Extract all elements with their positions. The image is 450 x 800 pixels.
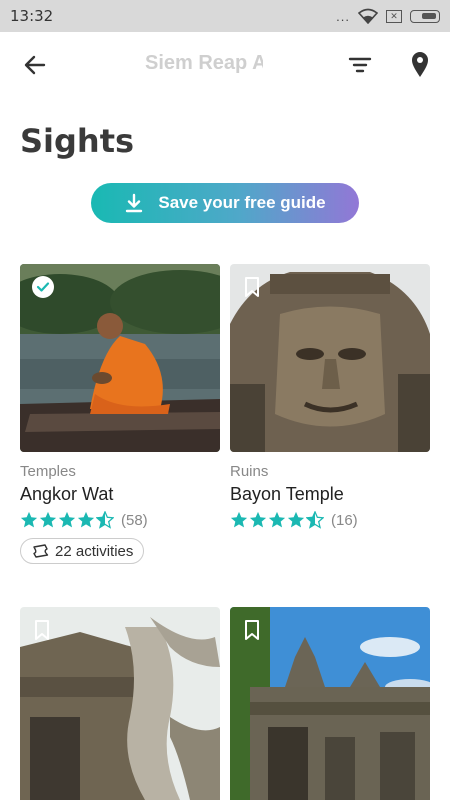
filter-icon[interactable] (348, 54, 372, 76)
half-star-icon (306, 511, 324, 529)
review-count: (58) (121, 511, 148, 529)
map-pin-icon[interactable] (408, 50, 432, 78)
status-bar: 13:32 ... ✕ (0, 0, 450, 32)
page-title: Sights (20, 122, 135, 160)
sight-card-angkor-wat[interactable]: Temples Angkor Wat (58) 22 activities (20, 264, 220, 564)
half-star-icon (96, 511, 114, 529)
star-icon (77, 511, 95, 528)
star-rating: (58) (20, 511, 220, 529)
bookmark-icon[interactable] (242, 619, 262, 641)
sight-category: Ruins (230, 463, 269, 480)
wifi-icon (358, 8, 378, 24)
saved-check-icon[interactable] (32, 276, 54, 298)
save-guide-label: Save your free guide (158, 193, 326, 212)
ticket-icon (33, 544, 49, 558)
sight-name[interactable]: Bayon Temple (230, 484, 430, 505)
star-icon (39, 511, 57, 528)
sight-card-bayon-temple[interactable]: Ruins Bayon Temple (16) (230, 264, 430, 529)
bookmark-icon[interactable] (32, 619, 52, 641)
sight-image[interactable] (20, 607, 220, 800)
app-title: Siem Reap A (145, 52, 263, 74)
sight-card[interactable] (230, 607, 430, 800)
star-icon (20, 511, 38, 528)
star-icon (249, 511, 267, 528)
star-icon (58, 511, 76, 528)
star-icon (268, 511, 286, 528)
sight-image[interactable] (20, 264, 220, 452)
sight-image[interactable] (230, 607, 430, 800)
save-guide-button[interactable]: Save your free guide (91, 183, 359, 223)
back-arrow-icon[interactable] (22, 52, 48, 78)
bookmark-icon[interactable] (242, 276, 262, 298)
activities-label: 22 activities (55, 542, 134, 560)
battery-icon (410, 9, 440, 23)
notification-dots: ... (336, 8, 350, 24)
activities-chip[interactable]: 22 activities (20, 538, 145, 564)
sight-category: Temples (20, 463, 76, 480)
star-icon (287, 511, 305, 528)
review-count: (16) (331, 511, 358, 529)
sight-image[interactable] (230, 264, 430, 452)
x-box-icon: ✕ (386, 9, 402, 23)
star-rating: (16) (230, 511, 430, 529)
download-icon (126, 193, 143, 213)
app-bar: Siem Reap A (0, 32, 450, 98)
status-icons: ... ✕ (336, 8, 440, 24)
sight-card[interactable] (20, 607, 220, 800)
sight-name[interactable]: Angkor Wat (20, 484, 220, 505)
status-time: 13:32 (10, 7, 54, 25)
star-icon (230, 511, 248, 528)
